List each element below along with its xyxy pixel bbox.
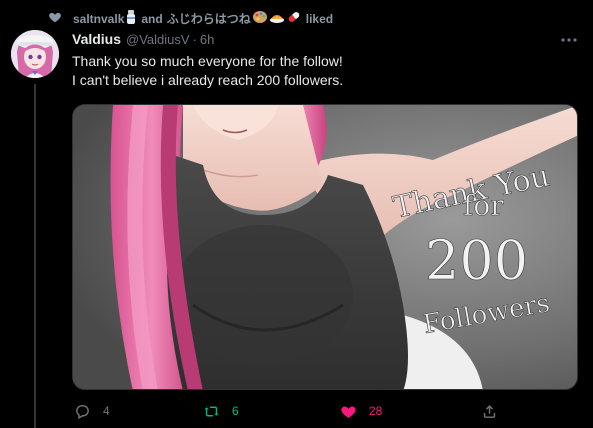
thread-line <box>34 84 36 428</box>
like-icon <box>341 406 356 418</box>
heart-icon <box>49 12 61 23</box>
avatar[interactable] <box>11 30 59 78</box>
reply-button[interactable]: 4 <box>74 398 110 424</box>
overlay-line-3: 200 <box>425 229 528 292</box>
pill-emoji <box>286 9 302 28</box>
tweet-image[interactable]: Thank You for 200 Followers <box>72 104 578 390</box>
like-count: 28 <box>369 404 383 418</box>
display-name[interactable]: Valdius <box>72 31 121 47</box>
context-user-1[interactable]: saltnvalk <box>73 12 124 26</box>
context-text: saltnvalk and ふじわらはつね liked <box>73 9 337 28</box>
tweet-text: Thank you so much everyone for the follo… <box>72 52 572 90</box>
tweet-text-line-1: Thank you so much everyone for the follo… <box>72 53 343 69</box>
tweet-actions: 4 6 28 <box>72 398 578 426</box>
user-handle[interactable]: @ValdiusV <box>126 32 190 47</box>
more-icon[interactable] <box>560 33 578 47</box>
share-button[interactable] <box>481 398 498 424</box>
context-action: liked <box>305 11 334 26</box>
retweet-icon <box>204 406 219 416</box>
salt-shaker-emoji <box>125 9 137 28</box>
social-context: saltnvalk and ふじわらはつね liked <box>0 0 593 34</box>
reply-count: 4 <box>103 404 110 418</box>
share-icon <box>483 404 496 418</box>
retweet-button[interactable]: 6 <box>203 398 239 424</box>
retweet-count: 6 <box>232 404 239 418</box>
pie-emoji <box>269 9 285 28</box>
tweet-header: Valdius @ValdiusV · 6h <box>72 31 214 51</box>
context-user-2[interactable]: ふじわらはつね <box>167 10 251 27</box>
overlay-line-2: for <box>463 189 504 222</box>
context-conjunction: and <box>141 11 163 26</box>
reply-icon <box>76 404 89 419</box>
palette-emoji <box>252 9 268 28</box>
tweet-text-line-2: I can't believe i already reach 200 foll… <box>72 72 344 88</box>
separator-dot: · <box>192 32 197 47</box>
like-button[interactable]: 28 <box>340 398 382 424</box>
timestamp[interactable]: 6h <box>200 32 214 47</box>
